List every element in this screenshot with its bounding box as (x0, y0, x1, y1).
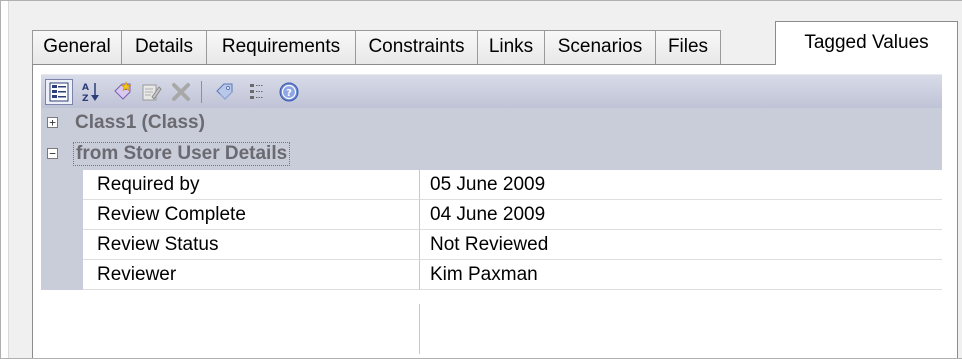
property-name-cell[interactable]: Required by (83, 170, 420, 200)
category-label: Class1 (Class) (75, 112, 205, 133)
property-value-cell[interactable]: Kim Paxman (420, 260, 942, 290)
table-row[interactable]: Review Status Not Reviewed (41, 230, 942, 260)
table-row[interactable]: Required by 05 June 2009 (41, 170, 942, 200)
window-frame: General Details Requirements Constraints… (0, 0, 962, 359)
property-name-cell[interactable]: Review Status (83, 230, 420, 260)
tab-tagged-values[interactable]: Tagged Values (775, 21, 958, 65)
tab-requirements[interactable]: Requirements (206, 30, 356, 64)
empty-grid-area[interactable] (41, 304, 942, 354)
tab-details[interactable]: Details (121, 30, 207, 64)
row-gutter (41, 170, 83, 200)
empty-name-column (41, 304, 420, 354)
tab-constraints[interactable]: Constraints (355, 30, 478, 64)
tab-files[interactable]: Files (655, 30, 721, 64)
sort-alphabetical-icon[interactable]: A Z (77, 79, 105, 105)
property-value-cell[interactable]: 05 June 2009 (420, 170, 942, 200)
edit-tag-icon[interactable] (137, 79, 165, 105)
category-row-class1[interactable]: + Class1 (Class) (41, 108, 942, 139)
property-name: Review Status (97, 234, 219, 255)
toolbar-separator (201, 81, 202, 103)
category-row-store-user-details[interactable]: − from Store User Details (41, 139, 942, 170)
tab-general[interactable]: General (32, 30, 122, 64)
property-name: Review Complete (97, 204, 246, 225)
property-name: Required by (97, 174, 200, 195)
svg-text:A: A (82, 83, 89, 93)
svg-text:Z: Z (82, 94, 89, 103)
property-value: 04 June 2009 (430, 204, 546, 225)
new-tag-icon[interactable] (109, 79, 137, 105)
property-name-cell[interactable]: Reviewer (83, 260, 420, 290)
row-gutter (41, 260, 83, 290)
collapse-icon[interactable]: − (47, 148, 58, 159)
property-name: Reviewer (97, 264, 177, 285)
category-label: from Store User Details (73, 142, 291, 166)
property-value-cell[interactable]: 04 June 2009 (420, 200, 942, 230)
row-gutter (41, 200, 83, 230)
property-name-cell[interactable]: Review Complete (83, 200, 420, 230)
categorized-view-icon[interactable] (45, 79, 73, 105)
tag-icon[interactable] (211, 79, 239, 105)
show-duplicates-icon[interactable] (243, 79, 271, 105)
delete-icon[interactable] (167, 79, 195, 105)
tagged-values-toolbar: A Z ? (41, 74, 942, 108)
svg-text:?: ? (286, 88, 292, 99)
row-gutter (41, 230, 83, 260)
tagged-values-panel: A Z ? + Class1 (Class) − from Store User… (32, 64, 958, 358)
properties-dialog: General Details Requirements Constraints… (8, 1, 962, 358)
property-value: Kim Paxman (430, 264, 538, 285)
property-value: Not Reviewed (430, 234, 549, 255)
table-row[interactable]: Review Complete 04 June 2009 (41, 200, 942, 230)
help-icon[interactable]: ? (275, 79, 303, 105)
tab-links[interactable]: Links (477, 30, 545, 64)
tab-scenarios[interactable]: Scenarios (544, 30, 656, 64)
expand-icon[interactable]: + (47, 117, 58, 128)
property-value-cell[interactable]: Not Reviewed (420, 230, 942, 260)
property-value: 05 June 2009 (430, 174, 546, 195)
table-row[interactable]: Reviewer Kim Paxman (41, 260, 942, 290)
